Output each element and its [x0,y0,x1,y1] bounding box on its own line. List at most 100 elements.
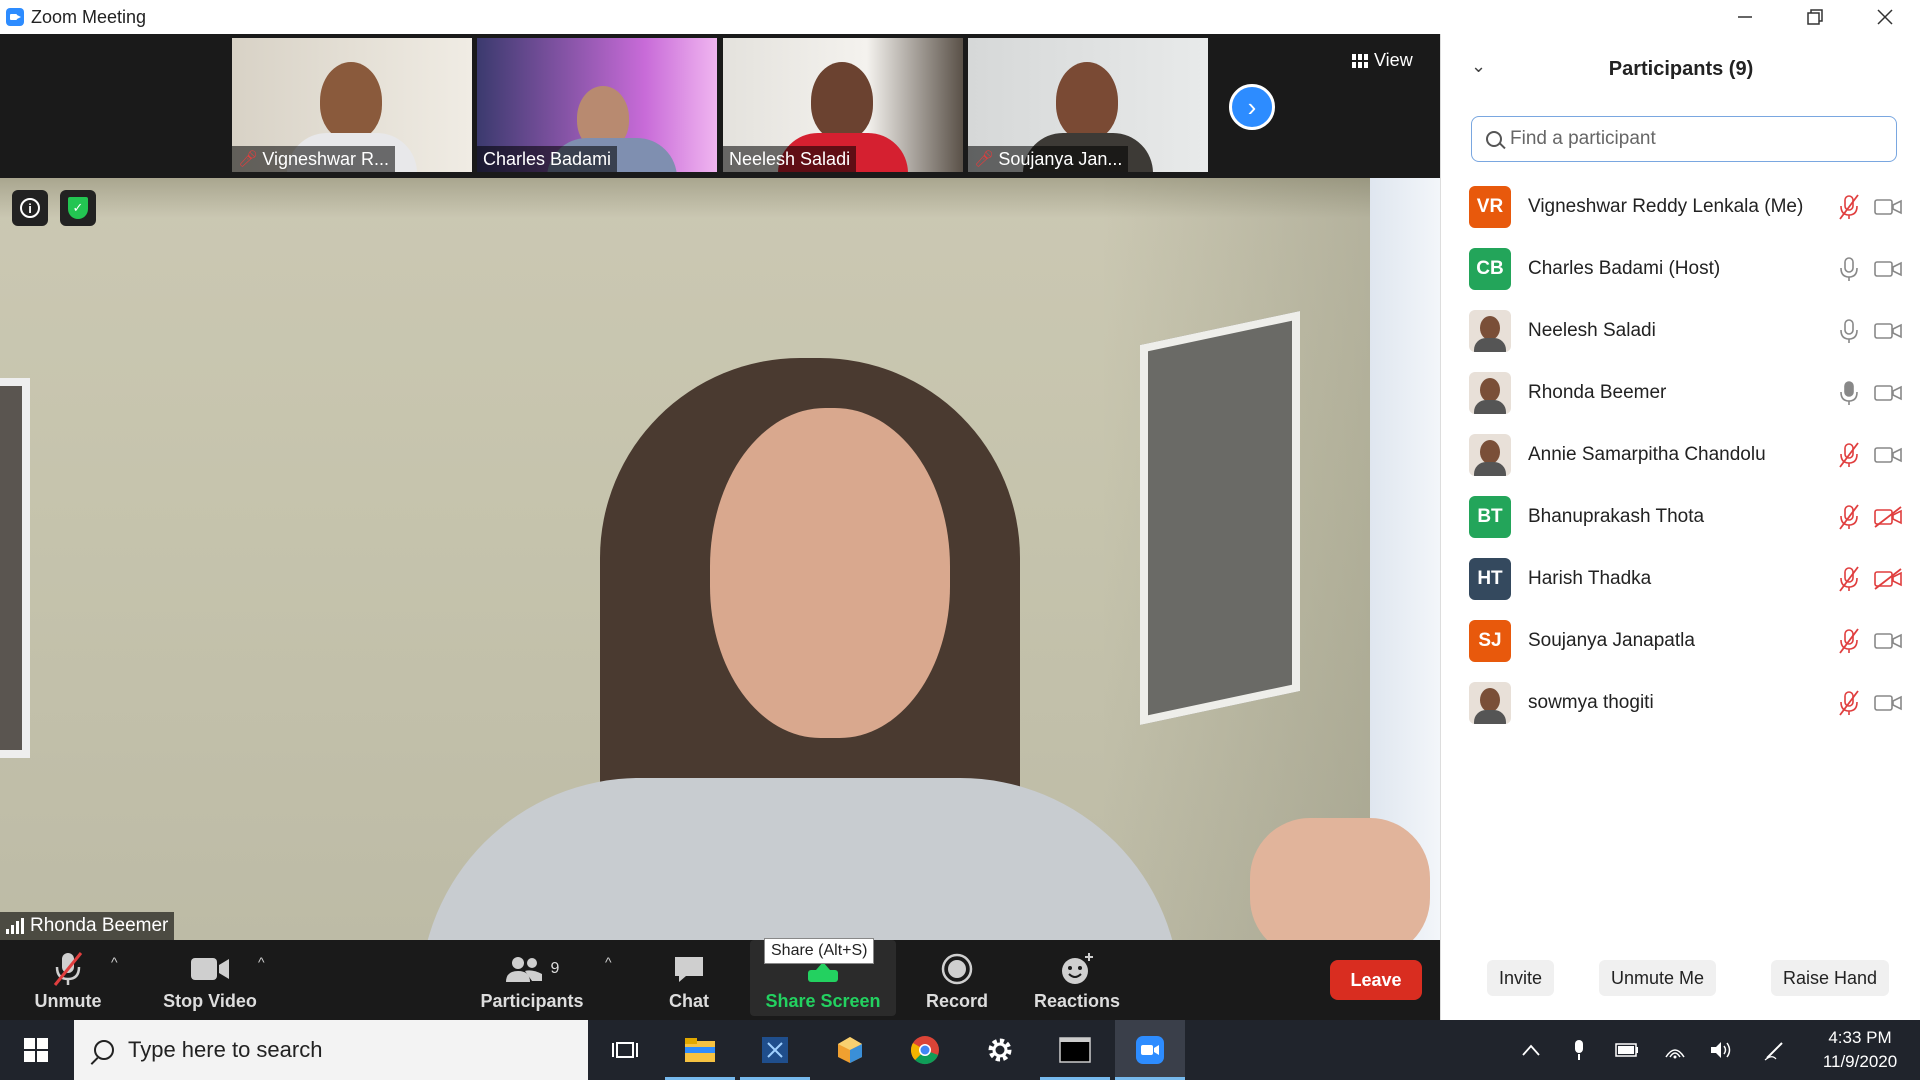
video-camera-icon[interactable] [1873,256,1903,282]
participant-search[interactable] [1471,116,1897,162]
participants-options-caret[interactable]: ^ [605,954,612,970]
snipping-tool-icon[interactable] [740,1020,810,1080]
zoom-icon[interactable] [1115,1020,1185,1080]
next-page-button[interactable]: › [1229,84,1275,130]
terminal-icon[interactable] [1040,1020,1110,1080]
video-camera-icon[interactable] [1873,690,1903,716]
thumbnail-name: Charles Badami [483,148,612,169]
meeting-toolbar: Unmute ^ Stop Video ^ 9 Participants ^ C… [0,940,1440,1020]
participant-row[interactable]: SJ Soujanya Janapatla [1441,610,1920,672]
participant-name: sowmya thogiti [1528,692,1654,713]
minimize-button[interactable] [1710,0,1780,34]
mic-muted-icon: 🎤︎ [238,151,259,168]
chat-label: Chat [669,991,709,1011]
mic-muted-icon[interactable] [1837,442,1861,468]
3d-viewer-icon[interactable] [815,1020,885,1080]
taskbar-clock[interactable]: 4:33 PM 11/9/2020 [1810,1026,1910,1074]
raise-hand-button[interactable]: Raise Hand [1771,960,1890,996]
taskbar-search-box[interactable]: Type here to search [74,1020,588,1080]
unmute-label: Unmute [34,991,102,1011]
thumbnail-name-tag: Neelesh Saladi [723,146,857,172]
grid-view-icon [1352,53,1368,68]
microphone-icon[interactable] [1837,256,1861,282]
participant-name: Rhonda Beemer [1528,382,1667,403]
volume-icon[interactable] [1706,1020,1736,1080]
unmute-me-button[interactable]: Unmute Me [1599,960,1717,996]
microphone-tray-icon[interactable] [1564,1020,1594,1080]
clock-date: 11/9/2020 [1822,1052,1898,1071]
participant-row[interactable]: VR Vigneshwar Reddy Lenkala (Me) [1441,176,1920,238]
participant-row[interactable]: sowmya thogiti [1441,672,1920,734]
video-camera-icon[interactable] [1873,194,1903,220]
reactions-button[interactable]: Reactions [1034,940,1120,1020]
participant-row[interactable]: CB Charles Badami (Host) [1441,238,1920,300]
participant-row[interactable]: Neelesh Saladi [1441,300,1920,362]
leave-button[interactable]: Leave [1330,960,1422,1000]
audio-options-caret[interactable]: ^ [111,954,118,970]
participant-search-input[interactable] [1510,128,1880,150]
reactions-label: Reactions [1033,991,1121,1011]
mic-muted-icon[interactable] [1837,566,1861,592]
avatar-photo [1469,372,1511,414]
participant-row[interactable]: Rhonda Beemer [1441,362,1920,424]
mic-muted-icon[interactable] [1837,504,1861,530]
microphone-icon[interactable] [1837,318,1861,344]
microphone-icon[interactable] [1837,380,1861,406]
security-status-button[interactable]: ✓ [60,190,96,226]
view-button-label: View [1374,50,1413,70]
thumbnail-name-tag: 🎤︎ Soujanya Jan... [968,146,1129,172]
speaker-video-figure [710,408,950,738]
participants-button[interactable]: 9 Participants [480,940,584,1020]
battery-icon[interactable] [1612,1020,1642,1080]
participant-row[interactable]: HT Harish Thadka [1441,548,1920,610]
start-button[interactable] [0,1020,72,1080]
pen-ink-icon[interactable] [1760,1020,1790,1080]
settings-icon[interactable] [965,1020,1035,1080]
video-camera-icon[interactable] [1873,318,1903,344]
avatar-initials: BT [1469,496,1511,538]
video-options-caret[interactable]: ^ [258,954,265,970]
thumbnail-tile[interactable]: 🎤︎ Soujanya Jan... [968,38,1208,172]
wifi-icon[interactable] [1660,1020,1690,1080]
signal-strength-icon [6,918,24,934]
mic-muted-icon[interactable] [1837,194,1861,220]
participant-row[interactable]: Annie Samarpitha Chandolu [1441,424,1920,486]
video-off-icon[interactable] [1873,504,1903,530]
task-view-icon[interactable] [590,1020,660,1080]
video-camera-icon[interactable] [1873,442,1903,468]
close-button[interactable] [1850,0,1920,34]
participant-row[interactable]: BT Bhanuprakash Thota [1441,486,1920,548]
video-off-icon[interactable] [1873,566,1903,592]
view-button[interactable]: View [1352,50,1413,71]
chat-button[interactable]: Chat [664,940,714,1020]
mic-muted-icon[interactable] [1837,628,1861,654]
record-icon [941,951,973,987]
video-camera-icon[interactable] [1873,380,1903,406]
record-label: Record [925,991,988,1011]
unmute-button[interactable]: Unmute [28,940,108,1020]
active-speaker-name: Rhonda Beemer [30,915,169,936]
show-hidden-icons-chevron[interactable] [1516,1020,1546,1080]
mic-muted-icon[interactable] [1837,690,1861,716]
participant-name: Soujanya Janapatla [1528,630,1695,651]
panel-title: Participants (9) [1608,58,1754,80]
thumbnail-name-tag: 🎤︎ Vigneshwar R... [232,146,396,172]
meeting-info-button[interactable]: i [12,190,48,226]
thumbnail-tile[interactable]: 🎤︎ Vigneshwar R... [232,38,472,172]
participant-name: Harish Thadka [1528,568,1652,589]
chrome-icon[interactable] [890,1020,960,1080]
file-explorer-icon[interactable] [665,1020,735,1080]
avatar-initials: CB [1469,248,1511,290]
stop-video-button[interactable]: Stop Video [160,940,260,1020]
video-camera-icon[interactable] [1873,628,1903,654]
invite-button[interactable]: Invite [1487,960,1555,996]
windows-taskbar: Type here to search 4:33 PM 11/9/2020 [0,1020,1920,1080]
record-button[interactable]: Record [922,940,992,1020]
thumbnail-tile[interactable]: Neelesh Saladi [723,38,963,172]
window-title: Zoom Meeting [31,7,147,27]
avatar-photo [1469,434,1511,476]
thumbnail-tile[interactable]: Charles Badami [477,38,717,172]
participant-name: Neelesh Saladi [1528,320,1656,341]
restore-button[interactable] [1780,0,1850,34]
speaker-video-figure [1250,818,1430,940]
